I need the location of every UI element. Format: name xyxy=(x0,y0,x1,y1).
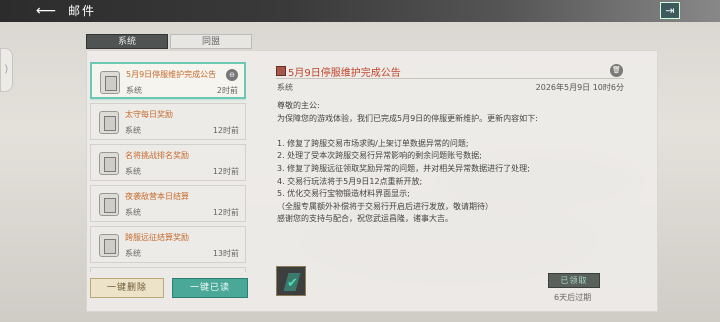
trash-icon[interactable]: 🗑 xyxy=(610,64,623,77)
mail-list[interactable]: 5月9日停服维护完成公告 ⊖ 系统 2时前 太守每日奖励 系统 12时前 名将挑… xyxy=(90,62,246,272)
mail-body-line: （全服专属额外补偿将于交易行开启后进行发放，敬请期待） xyxy=(277,201,493,211)
mail-body-line: 感谢您的支持与配合，祝您武运昌隆，诸事大吉。 xyxy=(277,214,453,224)
mail-item-time: 2时前 xyxy=(216,86,238,95)
tab-alliance[interactable]: 同盟 xyxy=(170,34,252,49)
expire-text: 6天后过期 xyxy=(554,293,592,302)
divider xyxy=(276,78,624,79)
mail-body-line: 2. 处理了受本次跨服交易行异常影响的剩余问题账号数据; xyxy=(277,151,482,161)
check-icon: ✔ xyxy=(287,276,298,291)
mail-body-line: 3. 修复了跨服远征领取奖励异常的问题，并对相关异常数据进行了处理; xyxy=(277,163,530,173)
mail-item-sender: 系统 xyxy=(126,86,142,95)
mail-item-time: 12时前 xyxy=(212,126,239,135)
announcement-icon xyxy=(276,66,286,76)
mail-body-line: 4. 交易行玩法将于5月9日12点重新开放; xyxy=(277,176,423,186)
mail-list-item[interactable]: 夜袭敌营本日结算 系统 12时前 xyxy=(90,185,246,222)
mail-list-item[interactable] xyxy=(90,267,246,272)
mail-item-title: 名将挑战排名奖励 xyxy=(125,151,189,160)
mail-detail-date: 2026年5月9日 10时6分 xyxy=(535,83,624,92)
mail-detail: 5月9日停服维护完成公告 🗑 系统 2026年5月9日 10时6分 尊敬的主公:… xyxy=(264,58,634,308)
mail-item-time: 12时前 xyxy=(212,208,239,217)
mail-body-line: 尊敬的主公: xyxy=(277,101,320,110)
mail-item-sender: 系统 xyxy=(125,249,141,258)
mail-body-line xyxy=(277,125,627,138)
exit-icon[interactable]: ⇥ xyxy=(660,2,680,19)
mail-item-sender: 系统 xyxy=(125,208,141,217)
mail-icon xyxy=(99,152,119,175)
mail-item-title: 跨服远征结算奖励 xyxy=(125,233,189,242)
mail-item-sender: 系统 xyxy=(125,126,141,135)
mail-icon xyxy=(99,111,119,134)
mail-body-line: 1. 修复了跨服交易市场求购/上架订单数据异常的问题; xyxy=(277,138,469,148)
mail-list-item[interactable]: 太守每日奖励 系统 12时前 xyxy=(90,103,246,140)
mail-item-sender: 系统 xyxy=(125,167,141,176)
mail-item-time: 12时前 xyxy=(212,167,239,176)
mail-list-item[interactable]: 5月9日停服维护完成公告 ⊖ 系统 2时前 xyxy=(90,62,246,99)
mail-icon xyxy=(99,193,119,216)
read-all-button[interactable]: 一键已读 xyxy=(172,278,248,298)
mail-detail-sender: 系统 xyxy=(277,83,293,92)
mail-icon xyxy=(100,71,120,94)
read-status-icon: ⊖ xyxy=(226,69,238,81)
mail-item-title: 5月9日停服维护完成公告 xyxy=(126,70,217,79)
attachment-item[interactable]: ✔ xyxy=(276,266,306,296)
mail-body: 尊敬的主公: 为保障您的游戏体验，我们已完成5月9日的停服更新维护。更新内容如下… xyxy=(277,100,627,226)
page-title: 邮件 xyxy=(68,4,97,18)
mail-body-line: 为保障您的游戏体验，我们已完成5月9日的停服更新维护。更新内容如下: xyxy=(277,113,538,123)
mail-item-title: 夜袭敌营本日结算 xyxy=(125,192,189,201)
mail-item-title: 太守每日奖励 xyxy=(125,110,173,119)
top-bar: ⟵ 邮件 ⇥ xyxy=(0,0,720,22)
mail-list-item[interactable]: 跨服远征结算奖励 系统 13时前 xyxy=(90,226,246,263)
tab-system[interactable]: 系统 xyxy=(86,34,168,49)
mail-list-item[interactable]: 名将挑战排名奖励 系统 12时前 xyxy=(90,144,246,181)
mail-icon xyxy=(99,234,119,257)
delete-all-button[interactable]: 一键删除 xyxy=(90,278,164,298)
side-expand-handle[interactable]: ⟩ xyxy=(0,48,13,92)
mail-body-line: 5. 优化交易行宝物锻造材料界面显示; xyxy=(277,189,410,199)
mail-item-time: 13时前 xyxy=(212,249,239,258)
claimed-button[interactable]: 已领取 xyxy=(548,273,600,288)
mail-detail-title: 5月9日停服维护完成公告 xyxy=(288,68,401,79)
back-arrow-icon[interactable]: ⟵ xyxy=(36,3,62,19)
